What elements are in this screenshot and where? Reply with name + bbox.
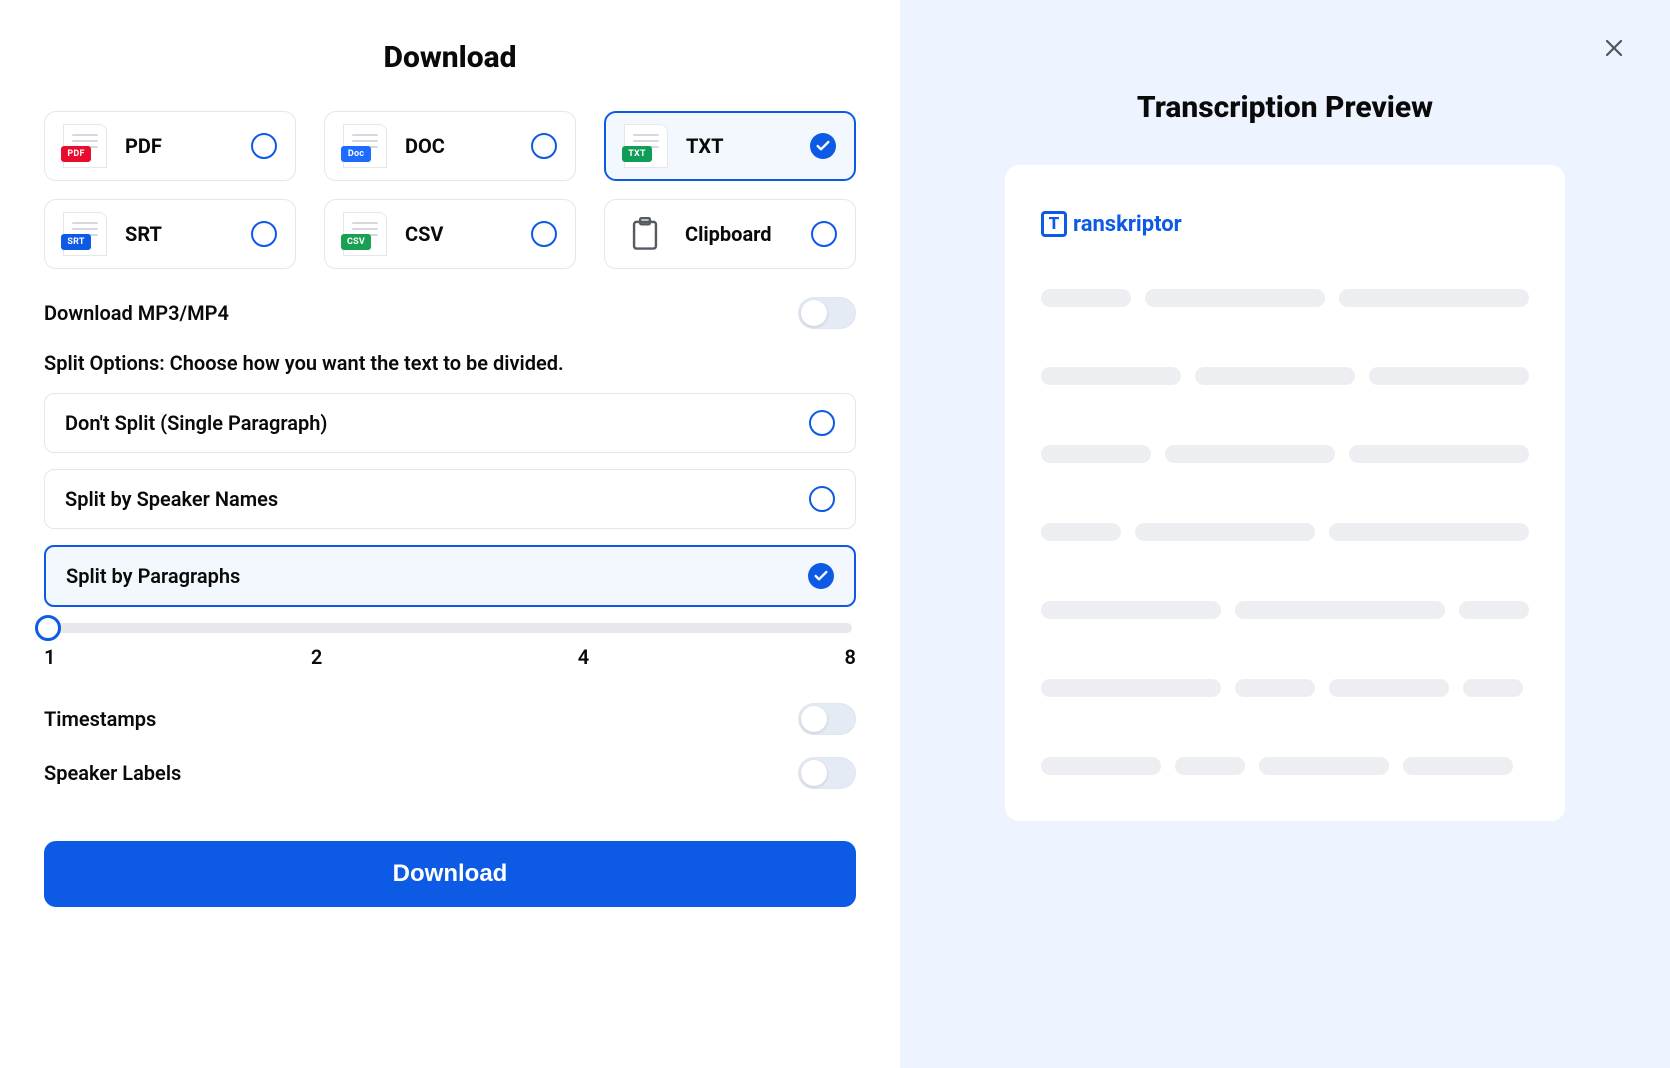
speaker-labels-row: Speaker Labels (44, 757, 856, 789)
brand-text: ranskriptor (1073, 212, 1182, 237)
speaker-labels-label: Speaker Labels (44, 761, 181, 785)
radio-unchecked-icon (531, 133, 557, 159)
format-option-clipboard[interactable]: Clipboard (604, 199, 856, 269)
format-grid: PDF PDF Doc DOC TXT TXT (44, 111, 856, 269)
slider-tick: 1 (44, 645, 55, 669)
radio-unchecked-icon (531, 221, 557, 247)
format-option-txt[interactable]: TXT TXT (604, 111, 856, 181)
format-label: SRT (125, 222, 251, 246)
radio-unchecked-icon (809, 410, 835, 436)
dialog-title: Download (44, 40, 856, 75)
format-label: TXT (686, 134, 810, 158)
split-option-label: Split by Paragraphs (66, 564, 240, 588)
split-option-speaker[interactable]: Split by Speaker Names (44, 469, 856, 529)
preview-title: Transcription Preview (1137, 90, 1433, 125)
split-option-none[interactable]: Don't Split (Single Paragraph) (44, 393, 856, 453)
slider-tick: 2 (311, 645, 322, 669)
file-csv-icon: CSV (343, 212, 387, 256)
download-button[interactable]: Download (44, 841, 856, 907)
format-option-csv[interactable]: CSV CSV (324, 199, 576, 269)
preview-panel: Transcription Preview Transkriptor (900, 0, 1670, 1068)
radio-unchecked-icon (811, 221, 837, 247)
slider-track (48, 623, 852, 633)
file-txt-icon: TXT (624, 124, 668, 168)
preview-skeleton (1041, 289, 1529, 775)
format-label: DOC (405, 134, 531, 158)
file-doc-icon: Doc (343, 124, 387, 168)
timestamps-label: Timestamps (44, 707, 156, 731)
split-option-label: Split by Speaker Names (65, 487, 278, 511)
download-mp3-row: Download MP3/MP4 (44, 297, 856, 329)
slider-tick: 8 (845, 645, 856, 669)
split-options-heading: Split Options: Choose how you want the t… (44, 351, 856, 375)
brand-logo: Transkriptor (1041, 211, 1529, 237)
download-dialog: Download PDF PDF Doc DOC (0, 0, 1670, 1068)
slider-tick: 4 (578, 645, 589, 669)
download-mp3-label: Download MP3/MP4 (44, 301, 229, 325)
format-option-pdf[interactable]: PDF PDF (44, 111, 296, 181)
download-options-panel: Download PDF PDF Doc DOC (0, 0, 900, 1068)
radio-checked-icon (810, 133, 836, 159)
slider-ticks: 1 2 4 8 (44, 645, 856, 669)
timestamps-row: Timestamps (44, 703, 856, 735)
format-label: Clipboard (685, 222, 811, 246)
format-option-doc[interactable]: Doc DOC (324, 111, 576, 181)
brand-initial: T (1041, 211, 1067, 237)
radio-unchecked-icon (809, 486, 835, 512)
split-option-label: Don't Split (Single Paragraph) (65, 411, 327, 435)
download-mp3-toggle[interactable] (798, 297, 856, 329)
close-button[interactable] (1602, 36, 1626, 64)
slider-handle[interactable] (35, 615, 61, 641)
preview-document: Transkriptor (1005, 165, 1565, 821)
radio-unchecked-icon (251, 221, 277, 247)
split-option-paragraphs[interactable]: Split by Paragraphs (44, 545, 856, 607)
paragraph-count-slider[interactable]: 1 2 4 8 (44, 623, 856, 669)
format-label: PDF (125, 134, 251, 158)
radio-checked-icon (808, 563, 834, 589)
timestamps-toggle[interactable] (798, 703, 856, 735)
format-label: CSV (405, 222, 531, 246)
format-option-srt[interactable]: SRT SRT (44, 199, 296, 269)
file-srt-icon: SRT (63, 212, 107, 256)
clipboard-icon (623, 212, 667, 256)
file-pdf-icon: PDF (63, 124, 107, 168)
radio-unchecked-icon (251, 133, 277, 159)
speaker-labels-toggle[interactable] (798, 757, 856, 789)
